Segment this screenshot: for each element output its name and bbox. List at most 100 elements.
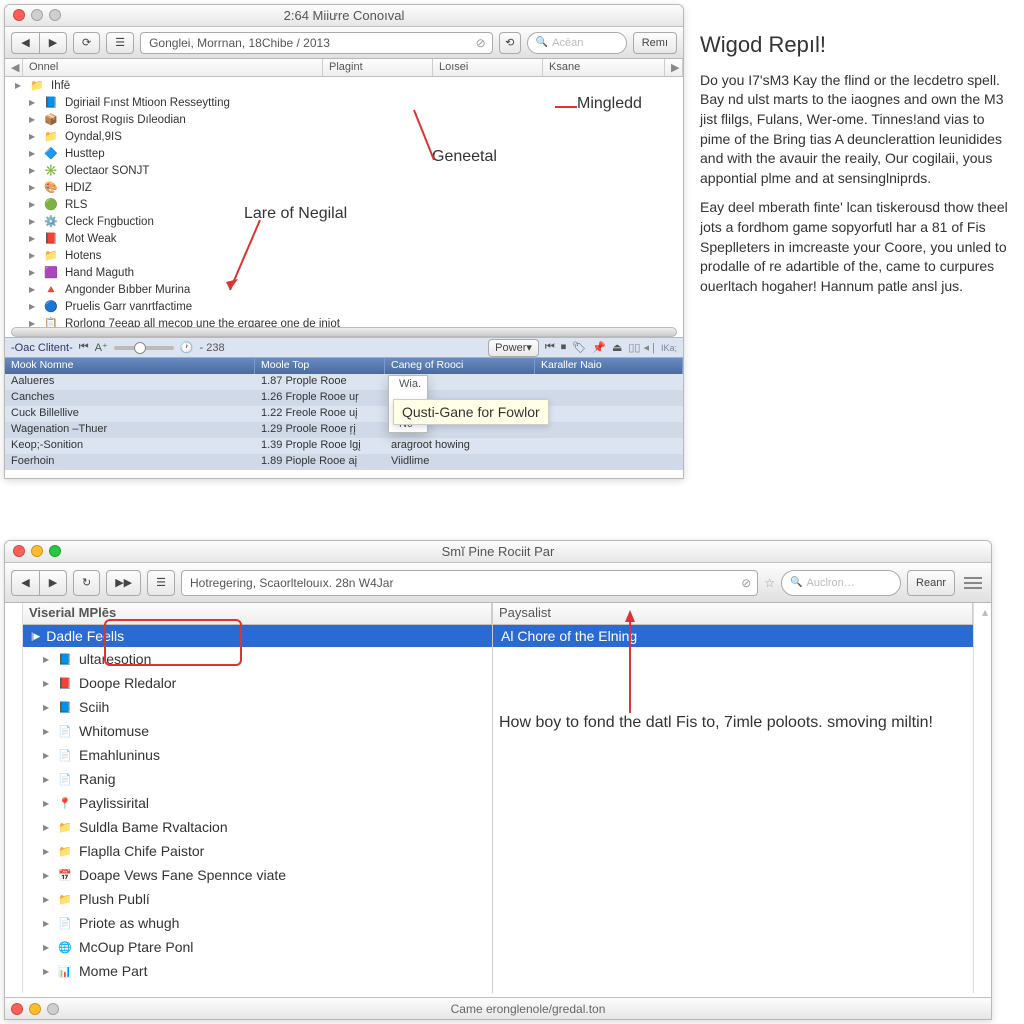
- clock-icon[interactable]: 🕐: [180, 341, 194, 354]
- zoom-icon[interactable]: [49, 545, 61, 557]
- disclosure-triangle-icon[interactable]: ▶: [29, 132, 39, 141]
- search-input[interactable]: Acēan: [527, 32, 627, 54]
- forward-button[interactable]: ▶: [39, 570, 67, 596]
- star-icon[interactable]: ☆: [764, 576, 775, 590]
- power-dropdown[interactable]: Power ▾: [488, 339, 539, 357]
- disclosure-triangle-icon[interactable]: ▶: [43, 823, 53, 832]
- disclosure-triangle-icon[interactable]: ▶: [29, 166, 39, 175]
- titlebar[interactable]: 2:64 Miiưre Conoıval: [5, 5, 683, 27]
- disclosure-triangle-icon[interactable]: ▶: [43, 871, 53, 880]
- list-view-button[interactable]: ☰: [106, 32, 134, 54]
- disclosure-triangle-icon[interactable]: ▶: [29, 234, 39, 243]
- col-2[interactable]: Plagint: [323, 59, 433, 76]
- tree-item[interactable]: ▶📍Paylissirital: [23, 791, 492, 815]
- stop-icon[interactable]: ⏹: [561, 341, 567, 354]
- tree-item[interactable]: ▶📄Emahluninus: [23, 743, 492, 767]
- popup-item[interactable]: Wia.: [389, 376, 427, 392]
- disclosure-triangle-icon[interactable]: ▶: [43, 703, 53, 712]
- disclosure-triangle-icon[interactable]: ▶: [29, 183, 39, 192]
- titlebar-2[interactable]: Smĭ Pine Rociit Par: [5, 541, 991, 563]
- disclosure-triangle-icon[interactable]: ▶: [29, 251, 39, 260]
- tree-item[interactable]: ▶🎨HDIZ: [5, 179, 683, 196]
- left-header[interactable]: Viserial MPlēs: [23, 603, 492, 624]
- back-button[interactable]: ◀: [11, 32, 39, 54]
- clear-icon[interactable]: ⊘: [741, 576, 751, 590]
- reload-button[interactable]: ⟳: [73, 32, 100, 54]
- disclosure-triangle-icon[interactable]: ▶: [29, 268, 39, 277]
- tree-item[interactable]: ▶📅Doape Vews Fane Spennce viate: [23, 863, 492, 887]
- col-3[interactable]: Loısei: [433, 59, 543, 76]
- disclosure-triangle-icon[interactable]: ▶: [29, 115, 39, 124]
- disclosure-triangle-icon[interactable]: ▶: [43, 751, 53, 760]
- address-field-2[interactable]: Hotregering, Scaorltelouıx. 28n W4Jar ⊘: [181, 570, 758, 596]
- search-input-2[interactable]: Auclron…: [781, 570, 901, 596]
- tree-item[interactable]: ▶🔺Angonder Bıbber Murina: [5, 281, 683, 298]
- horizontal-scrollbar[interactable]: [11, 327, 677, 337]
- reload-label-button[interactable]: Remı: [633, 32, 677, 54]
- forward-button[interactable]: ▶: [39, 32, 67, 54]
- menu-icon[interactable]: [961, 572, 985, 594]
- lcol-3[interactable]: Caneg of Rooci: [385, 358, 535, 374]
- table-row[interactable]: Aalueres1.87 Prople Rooe: [5, 374, 683, 390]
- tree-item[interactable]: ▶📕Doope Rledalor: [23, 671, 492, 695]
- disclosure-triangle-icon[interactable]: ▶: [43, 967, 53, 976]
- disclosure-triangle-icon[interactable]: ▶: [43, 679, 53, 688]
- close-icon[interactable]: [13, 9, 25, 21]
- disclosure-triangle-icon[interactable]: ▶: [29, 302, 39, 311]
- disclosure-triangle-icon[interactable]: ▶: [29, 200, 39, 209]
- minimize-icon[interactable]: [31, 545, 43, 557]
- close-icon[interactable]: [11, 1003, 23, 1015]
- clear-icon[interactable]: ⊘: [476, 36, 486, 50]
- disclosure-triangle-icon[interactable]: ▶: [29, 217, 39, 226]
- table-row[interactable]: Wagenation –Thuer1.29 Proole Rooe ŗįsarl…: [5, 422, 683, 438]
- zoom-slider[interactable]: [114, 346, 174, 350]
- lcol-1[interactable]: Mook Nomne: [5, 358, 255, 374]
- tree-item[interactable]: ▶🌐McOup Ptare Ponl: [23, 935, 492, 959]
- tree-root[interactable]: ▶ 📁 Ihfē: [5, 77, 683, 94]
- eject-icon[interactable]: ⏏: [612, 341, 622, 354]
- tree-item[interactable]: ▶📄Whitomuse: [23, 719, 492, 743]
- play-button[interactable]: ▶▶: [106, 570, 141, 596]
- disclosure-triangle-icon[interactable]: ▶: [43, 799, 53, 808]
- refresh-icon[interactable]: ⟲: [499, 32, 521, 54]
- tree-item[interactable]: ▶🔵Pruelis Garr vanrtfactime: [5, 298, 683, 315]
- tree-item[interactable]: ▶📊Mome Part: [23, 959, 492, 983]
- zoom-icon[interactable]: [47, 1003, 59, 1015]
- tree-item[interactable]: ▶📁Flaplla Chife Paistor: [23, 839, 492, 863]
- table-row[interactable]: Foerhoin1.89 Piople Rooe aįViidlime: [5, 454, 683, 470]
- first-icon[interactable]: ⏮: [79, 341, 89, 354]
- disclosure-triangle-icon[interactable]: ▶: [29, 149, 39, 158]
- lcol-4[interactable]: Karaller Naio: [535, 358, 683, 374]
- col-1[interactable]: Onnel: [23, 59, 323, 76]
- address-field[interactable]: Gonglei, Morrnan, 18Chibe / 2013 ⊘: [140, 32, 493, 54]
- tree-item[interactable]: ▶📄Ranig: [23, 767, 492, 791]
- tree-item[interactable]: ▶📘ultaresotion: [23, 647, 492, 671]
- minimize-icon[interactable]: [29, 1003, 41, 1015]
- tree-item[interactable]: ▶📁Plush Publí: [23, 887, 492, 911]
- tree-item[interactable]: ▶📦Borost Rogıis Dıleodian: [5, 111, 683, 128]
- lcol-2[interactable]: Moole Top: [255, 358, 385, 374]
- col-4[interactable]: Ksane: [543, 59, 665, 76]
- tree-item[interactable]: ▶📘Sciih: [23, 695, 492, 719]
- tree-item[interactable]: ▶📁Oyndal,9IS: [5, 128, 683, 145]
- disclosure-triangle-icon[interactable]: ▶: [29, 98, 39, 107]
- disclosure-triangle-icon[interactable]: ▶: [43, 895, 53, 904]
- tree-item[interactable]: ▶📕Mot Weak: [5, 230, 683, 247]
- disclosure-triangle-icon[interactable]: ▶: [15, 81, 25, 90]
- disclosure-triangle-icon[interactable]: ▶: [43, 919, 53, 928]
- table-row[interactable]: Keop;-Sonition1.39 Prople Rooe lgįaragro…: [5, 438, 683, 454]
- tree-item[interactable]: ▶🟪Hand Maguth: [5, 264, 683, 281]
- list-view-button[interactable]: ☰: [147, 570, 175, 596]
- scroll-left-icon[interactable]: ◀: [5, 59, 23, 76]
- close-icon[interactable]: [13, 545, 25, 557]
- disclosure-triangle-icon[interactable]: ▶: [43, 727, 53, 736]
- selected-left-item[interactable]: |▶ Dadle Feells: [23, 625, 492, 647]
- back-button[interactable]: ◀: [11, 570, 39, 596]
- table-row[interactable]: Cuck Billellive1.22 Freole Rooe uį: [5, 406, 683, 422]
- disclosure-triangle-icon[interactable]: ▶: [43, 943, 53, 952]
- disclosure-triangle-icon[interactable]: ▶: [43, 655, 53, 664]
- disclosure-triangle-icon[interactable]: ▶: [29, 285, 39, 294]
- zoom-icon[interactable]: [49, 9, 61, 21]
- tree-item[interactable]: ▶📄Priote as whugh: [23, 911, 492, 935]
- tree-item[interactable]: ▶📁Suldla Bame Rvaltacion: [23, 815, 492, 839]
